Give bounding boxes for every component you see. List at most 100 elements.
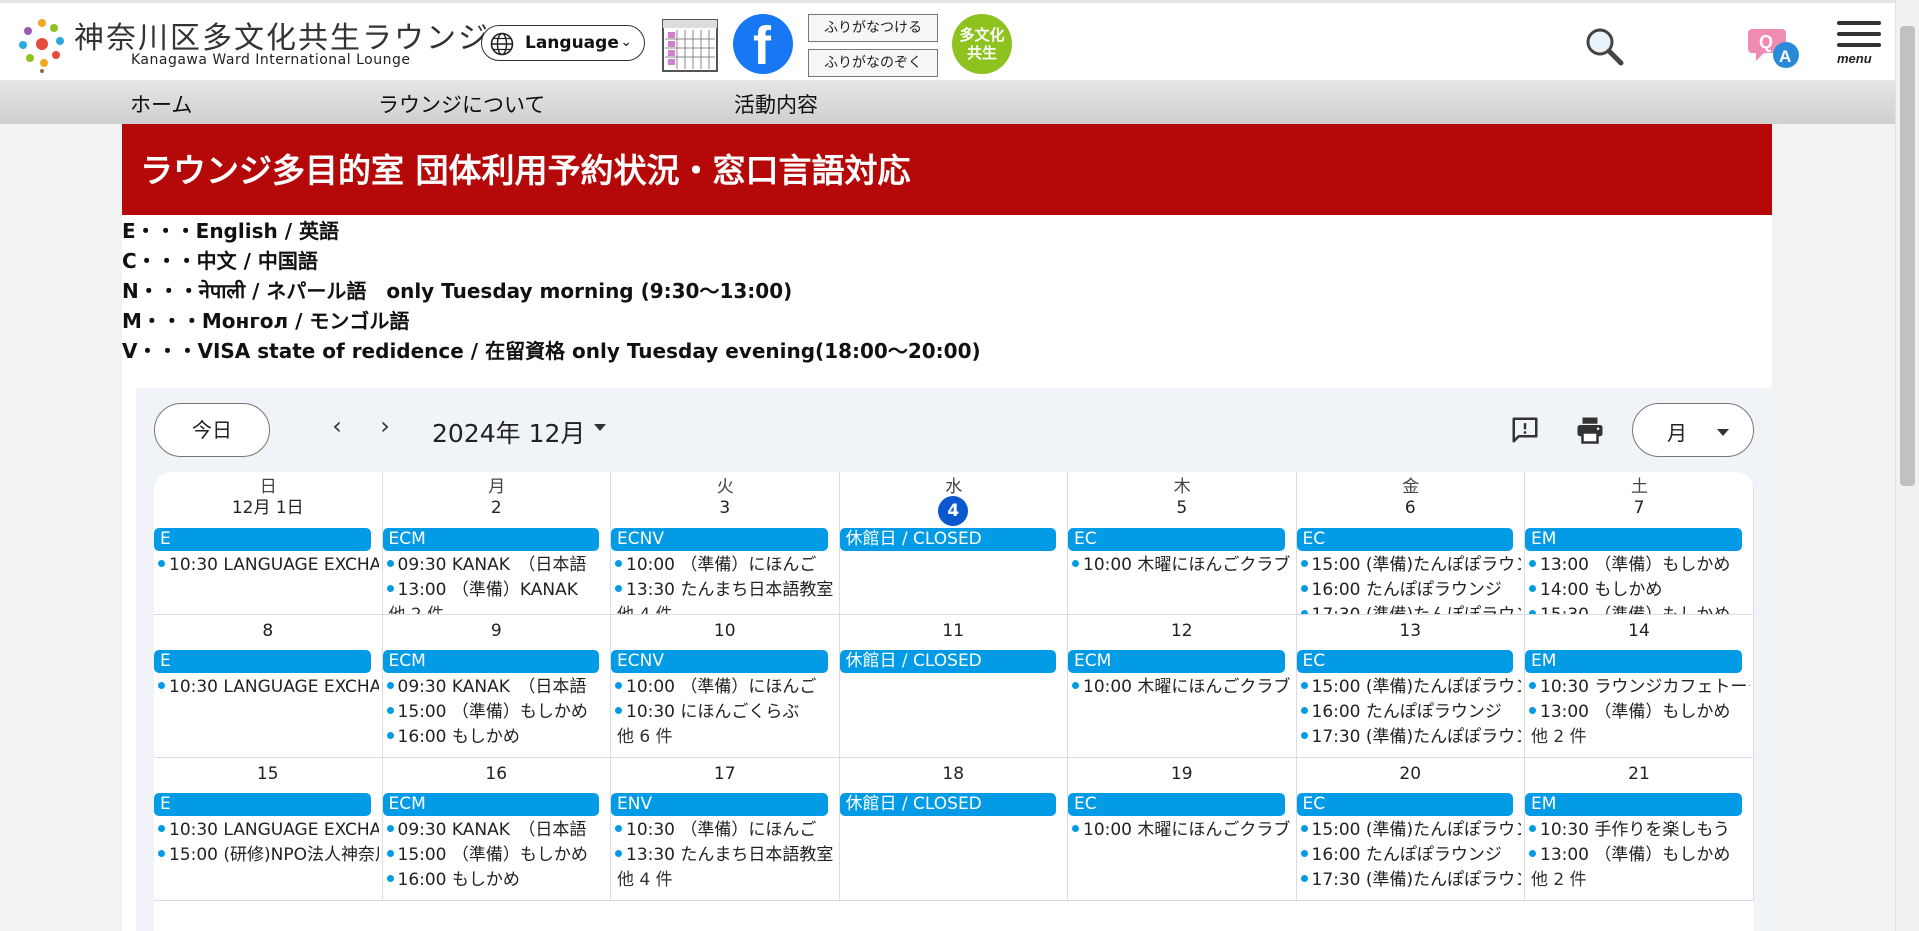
day-number[interactable]: 18: [840, 762, 1068, 786]
timed-event[interactable]: 10:00 （準備）にほんご: [615, 675, 836, 700]
timed-event[interactable]: 16:00 もしかめ: [386, 868, 608, 893]
timed-event[interactable]: 15:00 （準備）もしかめ: [386, 843, 608, 868]
site-title[interactable]: 神奈川区多文化共生ラウンジ: [74, 13, 490, 57]
day-number[interactable]: 14: [1525, 619, 1753, 643]
timed-event[interactable]: 10:00 木曜にほんごクラブ: [1072, 818, 1293, 843]
all-day-event[interactable]: EC: [1296, 793, 1513, 816]
all-day-event[interactable]: EC: [1296, 528, 1513, 551]
timed-event[interactable]: 15:30 （準備）もしかめ: [1529, 603, 1750, 614]
timed-event[interactable]: 16:00 たんぽぽラウンジ: [1300, 843, 1522, 868]
day-cell[interactable]: 7 EM 13:00 （準備）もしかめ 14:00 もしかめ 15:30 （準備）もしか…: [1525, 472, 1754, 615]
day-number[interactable]: 19: [1068, 762, 1296, 786]
more-events-link[interactable]: 他 4 件: [617, 603, 673, 614]
more-events-link[interactable]: 他 2 件: [1531, 725, 1587, 750]
timed-event[interactable]: 09:30 KANAK （日本語: [386, 818, 608, 843]
nav-item-about[interactable]: ラウンジについて: [378, 89, 545, 119]
scrollbar-thumb[interactable]: [1900, 26, 1915, 486]
day-number[interactable]: 10: [611, 619, 839, 643]
view-mode-select[interactable]: 月: [1632, 403, 1754, 457]
language-selector[interactable]: Language ⌄: [481, 25, 645, 61]
day-number-today[interactable]: 4: [840, 496, 1068, 526]
all-day-event[interactable]: 休館日 / CLOSED: [839, 793, 1056, 816]
nav-item-activities[interactable]: 活動内容: [734, 89, 818, 119]
timed-event[interactable]: 15:00 (研修)NPO法人神奈川: [158, 843, 379, 868]
month-label[interactable]: 2024年 12月: [432, 414, 585, 450]
timed-event[interactable]: 10:30 ラウンジカフェトーク: [1529, 675, 1750, 700]
day-number[interactable]: 12: [1068, 619, 1296, 643]
tabunka-kyosei-badge[interactable]: 多文化 共生: [952, 14, 1012, 74]
day-number[interactable]: 2: [383, 496, 611, 520]
hamburger-menu-icon[interactable]: menu: [1837, 21, 1883, 69]
timed-event[interactable]: 10:00 木曜にほんごクラブ: [1072, 553, 1293, 578]
timed-event[interactable]: 10:00 木曜にほんごクラブ: [1072, 675, 1293, 700]
timed-event[interactable]: 13:00 （準備）もしかめ: [1529, 700, 1750, 725]
timed-event[interactable]: 13:30 たんまち日本語教室: [615, 578, 836, 603]
day-number[interactable]: 16: [383, 762, 611, 786]
more-events-link[interactable]: 他 6 件: [617, 725, 673, 750]
timed-event[interactable]: 13:00 （準備）もしかめ: [1529, 553, 1750, 578]
day-cell[interactable]: 14 EM 10:30 ラウンジカフェトーク 13:00 （準備）もしかめ他 2 件: [1525, 615, 1754, 758]
day-cell[interactable]: 19 EC 10:00 木曜にほんごクラブ: [1068, 758, 1297, 901]
all-day-event[interactable]: ECM: [382, 650, 599, 673]
all-day-event[interactable]: ECM: [382, 793, 599, 816]
day-cell[interactable]: 12 ECM 10:00 木曜にほんごクラブ: [1068, 615, 1297, 758]
all-day-event[interactable]: E: [154, 528, 371, 551]
timed-event[interactable]: 10:00 （準備）にほんご: [615, 553, 836, 578]
all-day-event[interactable]: ECNV: [611, 650, 828, 673]
day-cell[interactable]: 8 E 10:30 LANGUAGE EXCHANGE: [154, 615, 383, 758]
day-cell[interactable]: 18 休館日 / CLOSED: [839, 758, 1068, 901]
day-cell[interactable]: 2 ECM 09:30 KANAK （日本語 13:00 （準備）KANAK 他 2 件: [382, 472, 611, 615]
day-number[interactable]: 15: [154, 762, 382, 786]
all-day-event[interactable]: ECM: [1068, 650, 1285, 673]
day-number[interactable]: 8: [154, 619, 382, 643]
day-cell[interactable]: 3 ECNV 10:00 （準備）にほんご 13:30 たんまち日本語教室他 4 件: [611, 472, 840, 615]
timed-event[interactable]: 16:00 たんぽぽラウンジ: [1300, 578, 1522, 603]
day-cell[interactable]: 12月 1日 E 10:30 LANGUAGE EXCHANGE: [154, 472, 383, 615]
day-number[interactable]: 21: [1525, 762, 1753, 786]
search-icon[interactable]: [1583, 25, 1625, 67]
calendar-icon[interactable]: [660, 14, 720, 74]
all-day-event[interactable]: EC: [1296, 650, 1513, 673]
day-cell[interactable]: 16 ECM 09:30 KANAK （日本語 15:00 （準備）もしかめ 16:00…: [382, 758, 611, 901]
timed-event[interactable]: 16:00 もしかめ: [386, 725, 608, 750]
day-cell[interactable]: 13 EC 15:00 (準備)たんぽぽラウンジ 16:00 たんぽぽラウンジ 17:3…: [1296, 615, 1525, 758]
all-day-event[interactable]: EM: [1525, 528, 1742, 551]
timed-event[interactable]: 15:00 (準備)たんぽぽラウンジ: [1300, 675, 1521, 700]
more-events-link[interactable]: 他 2 件: [1531, 868, 1587, 893]
today-button[interactable]: 今日: [154, 403, 270, 457]
all-day-event[interactable]: 休館日 / CLOSED: [839, 650, 1056, 673]
prev-month-icon[interactable]: ‹: [322, 412, 352, 448]
all-day-event[interactable]: EC: [1068, 793, 1285, 816]
timed-event[interactable]: 10:30 LANGUAGE EXCHANGE: [158, 553, 379, 578]
all-day-event[interactable]: 休館日 / CLOSED: [839, 528, 1056, 551]
day-number[interactable]: 12月 1日: [154, 496, 382, 520]
next-month-icon[interactable]: ›: [370, 412, 400, 448]
all-day-event[interactable]: ECNV: [611, 528, 828, 551]
day-cell[interactable]: 5 EC 10:00 木曜にほんごクラブ: [1068, 472, 1297, 615]
timed-event[interactable]: 17:30 (準備)たんぽぽラウンジ: [1300, 603, 1521, 614]
timed-event[interactable]: 10:30 （準備）にほんご: [615, 818, 836, 843]
day-cell[interactable]: 15 E 10:30 LANGUAGE EXCHANGE 15:00 (研修)NPO法…: [154, 758, 383, 901]
all-day-event[interactable]: E: [154, 650, 371, 673]
all-day-event[interactable]: EC: [1068, 528, 1285, 551]
feedback-icon[interactable]: [1510, 415, 1540, 445]
day-cell[interactable]: 21 EM 10:30 手作りを楽しもう 13:00 （準備）もしかめ他 2 件: [1525, 758, 1754, 901]
timed-event[interactable]: 10:30 LANGUAGE EXCHANGE: [158, 675, 379, 700]
timed-event[interactable]: 15:00 (準備)たんぽぽラウンジ: [1300, 553, 1521, 578]
qa-icon[interactable]: Q A: [1748, 25, 1804, 73]
timed-event[interactable]: 14:00 もしかめ: [1529, 578, 1750, 603]
furigana-on-button[interactable]: ふりがなつける: [808, 14, 938, 42]
all-day-event[interactable]: EM: [1525, 650, 1742, 673]
facebook-icon[interactable]: f: [733, 14, 793, 76]
day-number[interactable]: 5: [1068, 496, 1296, 520]
more-events-link[interactable]: 他 2 件: [389, 603, 445, 614]
timed-event[interactable]: 17:30 (準備)たんぽぽラウンジ: [1300, 868, 1521, 893]
day-number[interactable]: 9: [383, 619, 611, 643]
timed-event[interactable]: 15:00 (準備)たんぽぽラウンジ: [1300, 818, 1521, 843]
day-number[interactable]: 6: [1297, 496, 1525, 520]
day-number[interactable]: 20: [1297, 762, 1525, 786]
all-day-event[interactable]: ECM: [382, 528, 599, 551]
timed-event[interactable]: 13:30 たんまち日本語教室: [615, 843, 836, 868]
timed-event[interactable]: 13:00 （準備）もしかめ: [1529, 843, 1750, 868]
month-dropdown-icon[interactable]: [594, 424, 606, 431]
